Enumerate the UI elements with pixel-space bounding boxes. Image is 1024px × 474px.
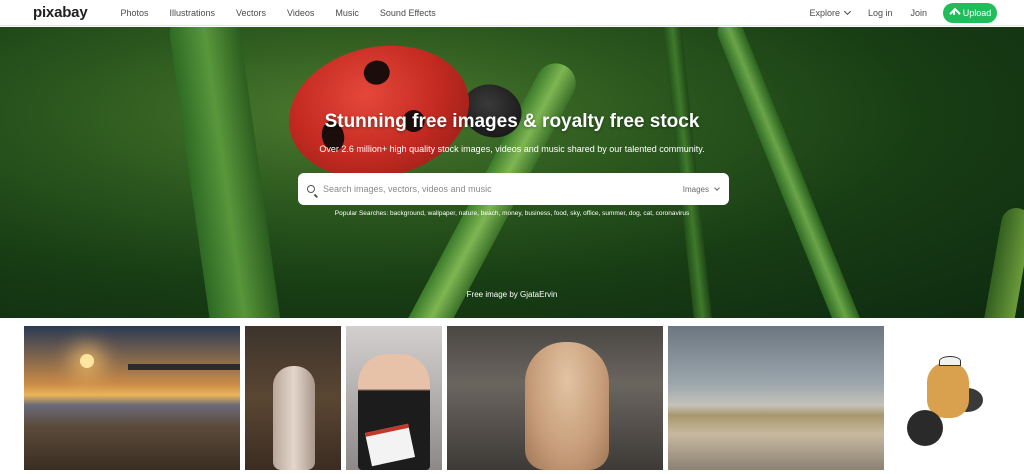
hero-grass-blade bbox=[976, 205, 1024, 318]
login-link[interactable]: Log in bbox=[868, 8, 893, 18]
upload-button[interactable]: Upload bbox=[943, 2, 997, 23]
upload-icon bbox=[949, 8, 959, 18]
explore-label: Explore bbox=[809, 7, 840, 18]
nav-vectors[interactable]: Vectors bbox=[236, 8, 266, 18]
hat-shape bbox=[939, 356, 961, 366]
gallery-image-woman[interactable] bbox=[346, 326, 442, 470]
drum-shape bbox=[907, 410, 943, 446]
gallery-image-dog[interactable] bbox=[447, 326, 663, 470]
top-header: pixabay Photos Illustrations Vectors Vid… bbox=[0, 0, 1024, 26]
dog-shape bbox=[525, 342, 609, 470]
gallery-image-beach-sunset[interactable] bbox=[24, 326, 240, 470]
gallery-image-coast[interactable] bbox=[668, 326, 884, 470]
join-link[interactable]: Join bbox=[910, 8, 927, 18]
search-input[interactable] bbox=[323, 184, 683, 194]
gallery-image-drummer-illustration[interactable] bbox=[889, 326, 999, 470]
hero-banner: Stunning free images & royalty free stoc… bbox=[0, 27, 1024, 318]
gallery-image-cat[interactable] bbox=[245, 326, 341, 470]
hero-subtitle: Over 2.6 million+ high quality stock ima… bbox=[319, 144, 705, 154]
hero-grass-blade bbox=[165, 27, 285, 318]
hero-title: Stunning free images & royalty free stoc… bbox=[324, 111, 700, 132]
sun-shape bbox=[80, 354, 94, 368]
nav-music[interactable]: Music bbox=[335, 8, 359, 18]
nav-photos[interactable]: Photos bbox=[120, 8, 148, 18]
hero-grass-blade bbox=[713, 27, 873, 318]
upload-label: Upload bbox=[962, 7, 992, 18]
pier-shape bbox=[128, 364, 240, 370]
ladybug-spot bbox=[361, 58, 392, 88]
header-actions: Explore Log in Join Upload bbox=[791, 2, 997, 23]
nav-illustrations[interactable]: Illustrations bbox=[170, 8, 216, 18]
main-nav: Photos Illustrations Vectors Videos Musi… bbox=[120, 8, 456, 18]
chevron-down-icon bbox=[714, 184, 720, 191]
cat-shape bbox=[273, 366, 315, 470]
search-bar: Images bbox=[298, 173, 729, 205]
explore-dropdown[interactable]: Explore bbox=[809, 7, 851, 18]
nav-videos[interactable]: Videos bbox=[287, 8, 314, 18]
search-type-label: Images bbox=[682, 184, 709, 194]
nav-sound-effects[interactable]: Sound Effects bbox=[380, 8, 436, 18]
popular-searches: Popular Searches: background, wallpaper,… bbox=[334, 210, 690, 217]
search-type-dropdown[interactable]: Images bbox=[682, 184, 720, 194]
search-icon[interactable] bbox=[307, 185, 315, 193]
chevron-down-icon bbox=[843, 7, 851, 15]
image-credit[interactable]: Free image by GjataErvin bbox=[0, 290, 1024, 299]
character-shape bbox=[927, 362, 969, 418]
pixabay-logo[interactable]: pixabay bbox=[33, 4, 88, 21]
